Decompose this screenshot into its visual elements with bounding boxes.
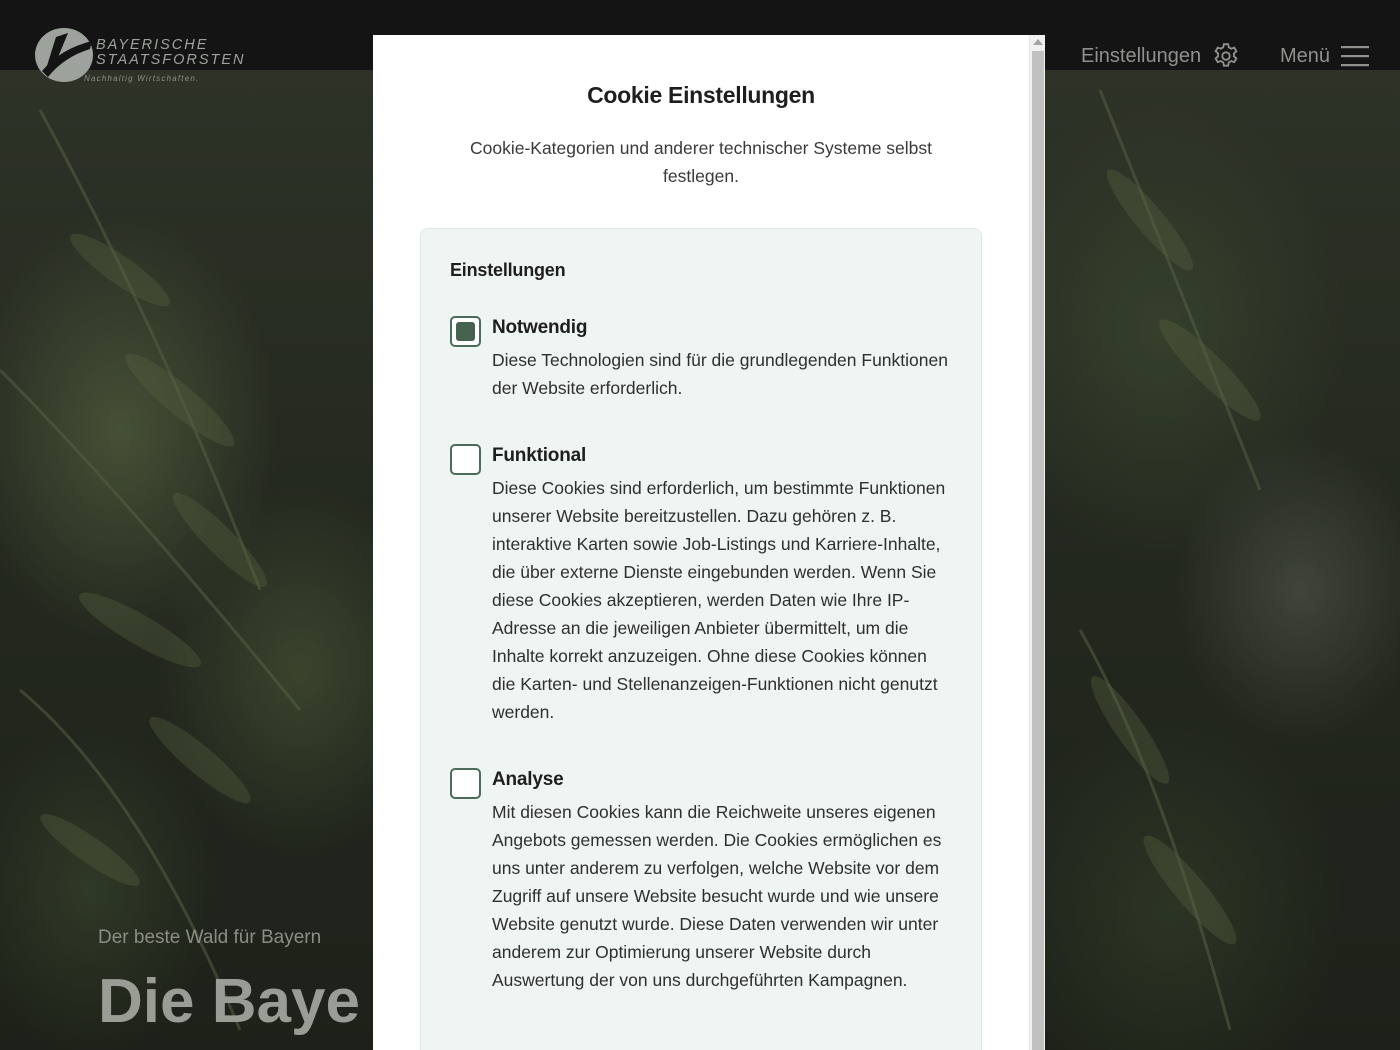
checkbox-funktional[interactable]	[450, 444, 481, 475]
dialog-intro-text: Cookie-Kategorien und anderer technische…	[469, 138, 933, 186]
hamburger-icon	[1341, 46, 1370, 67]
hero-subtitle: Der beste Wald für Bayern	[98, 927, 322, 948]
category-description-funktional: Diese Cookies sind erforderlich, um best…	[492, 478, 946, 722]
dialog-scrollbar[interactable]	[1029, 35, 1045, 1050]
gear-icon	[1214, 43, 1238, 67]
settings-nav-label: Einstellungen	[1081, 44, 1202, 67]
hero-title: Die Baye	[98, 967, 360, 1036]
site-logo[interactable]: BAYERISCHE STAATSFORSTEN Nachhaltig Wirt…	[34, 27, 244, 87]
scroll-up-arrow-icon[interactable]	[1033, 39, 1043, 45]
dialog-title: Cookie Einstellungen	[587, 82, 815, 108]
checkbox-analyse[interactable]	[450, 768, 481, 799]
category-label-notwendig[interactable]: Notwendig	[492, 317, 587, 339]
panel-title: Einstellungen	[450, 260, 566, 280]
menu-nav-button[interactable]: Menü	[1280, 40, 1370, 72]
logo-text-line1: BAYERISCHE	[96, 37, 209, 53]
category-description-notwendig: Diese Technologien sind für die grundleg…	[492, 350, 948, 398]
cookie-categories-panel: Einstellungen Notwendig Diese Technologi…	[420, 228, 982, 1050]
scrollbar-thumb[interactable]	[1032, 51, 1044, 1050]
category-label-analyse[interactable]: Analyse	[492, 769, 564, 791]
category-description-analyse: Mit diesen Cookies kann die Reichweite u…	[492, 802, 942, 990]
logo-tagline: Nachhaltig Wirtschaften.	[84, 74, 200, 83]
menu-nav-label: Menü	[1280, 44, 1331, 67]
settings-nav-button[interactable]: Einstellungen	[1081, 40, 1241, 72]
checkbox-notwendig[interactable]	[450, 316, 481, 347]
category-label-funktional[interactable]: Funktional	[492, 445, 586, 467]
logo-text-line2: STAATSFORSTEN	[96, 52, 246, 68]
cookie-settings-dialog: Cookie Einstellungen Cookie-Kategorien u…	[373, 35, 1045, 1050]
